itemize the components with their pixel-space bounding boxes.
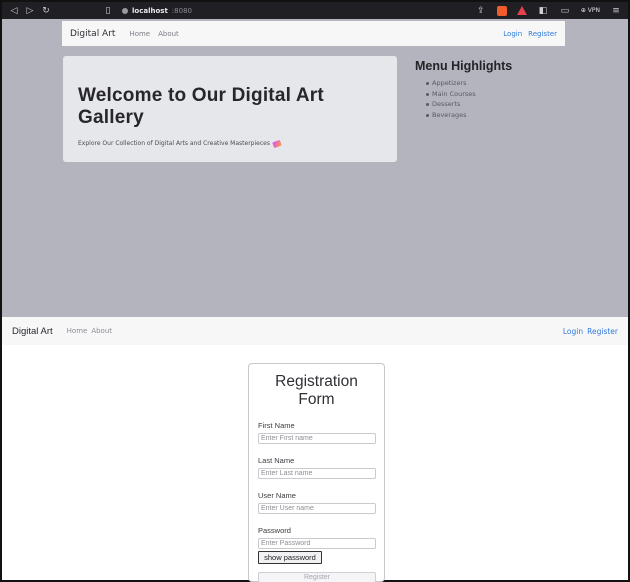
menu-highlights-title: Menu Highlights [415, 59, 513, 73]
menu-icon[interactable]: ≡ [610, 5, 622, 17]
first-name-group: First Name [258, 421, 376, 444]
forward-icon[interactable]: ▷ [24, 5, 36, 17]
show-password-button[interactable]: show password [258, 551, 322, 564]
share-icon[interactable]: ⇪ [475, 5, 487, 17]
vpn-button[interactable]: ⊕ VPN [581, 7, 600, 14]
menu-item: Appetizers [426, 78, 555, 89]
user-name-label: User Name [258, 491, 296, 500]
last-name-group: Last Name [258, 456, 376, 479]
password-label: Password [258, 526, 291, 535]
hero-subtitle: Explore Our Collection of Digital Arts a… [78, 140, 270, 147]
main-navbar: Digital Art Home About Login Register [2, 317, 628, 345]
site-info-icon[interactable] [122, 7, 128, 14]
address-bar[interactable]: localhost:8080 [122, 7, 192, 15]
url-port: :8080 [171, 6, 192, 15]
back-icon[interactable]: ◁ [8, 5, 20, 17]
browser-nav-buttons: ◁ ▷ ↻ [8, 5, 52, 17]
first-name-label: First Name [258, 421, 295, 430]
user-name-group: User Name [258, 491, 376, 514]
menu-item: Desserts [426, 99, 555, 110]
paintbrush-icon [272, 139, 282, 148]
login-link[interactable]: Login [563, 327, 583, 336]
browser-toolbar: ◁ ▷ ↻ ▯ localhost:8080 ⇪ ◧ ▭ ⊕ VPN ≡ [2, 2, 628, 19]
menu-item: Main Courses [426, 89, 555, 100]
hero-title: Welcome to Our Digital Art Gallery [78, 85, 324, 128]
overlay-register-link: Register [528, 29, 557, 38]
nav-home-link[interactable]: Home [67, 327, 88, 335]
brave-rewards-icon[interactable] [516, 6, 527, 15]
bookmark-icon[interactable]: ▯ [102, 5, 114, 17]
register-link[interactable]: Register [587, 327, 618, 336]
overlay-nav-home: Home [129, 29, 151, 38]
nav-about-link[interactable]: About [91, 327, 112, 335]
sidebar-icon[interactable]: ◧ [537, 5, 549, 17]
menu-item: Beverages [426, 110, 555, 121]
url-host: localhost [132, 6, 168, 15]
overlay-brand: Digital Art [70, 28, 116, 39]
last-name-input[interactable] [258, 468, 376, 479]
reload-icon[interactable]: ↻ [40, 5, 52, 17]
registration-title: Registration Form [275, 373, 358, 408]
modal-overlay: Digital Art Home About Login Register We… [2, 19, 628, 317]
brave-shields-icon[interactable] [496, 5, 507, 16]
overlay-navbar: Digital Art Home About Login Register [62, 21, 565, 46]
registration-card: Registration Form First Name Last Name U… [248, 363, 385, 582]
brand-link[interactable]: Digital Art [12, 326, 53, 337]
wallet-icon[interactable]: ▭ [559, 5, 571, 17]
overlay-nav-about: About [158, 29, 179, 38]
overlay-login-link: Login [503, 29, 523, 38]
register-button[interactable]: Register [258, 572, 376, 582]
hero-jumbotron: Welcome to Our Digital Art Gallery Explo… [63, 56, 397, 162]
menu-highlights: Menu Highlights Appetizers Main Courses … [415, 59, 555, 120]
password-group: Password show password [258, 526, 376, 564]
user-name-input[interactable] [258, 503, 376, 514]
password-input[interactable] [258, 538, 376, 549]
last-name-label: Last Name [258, 456, 295, 465]
first-name-input[interactable] [258, 433, 376, 444]
